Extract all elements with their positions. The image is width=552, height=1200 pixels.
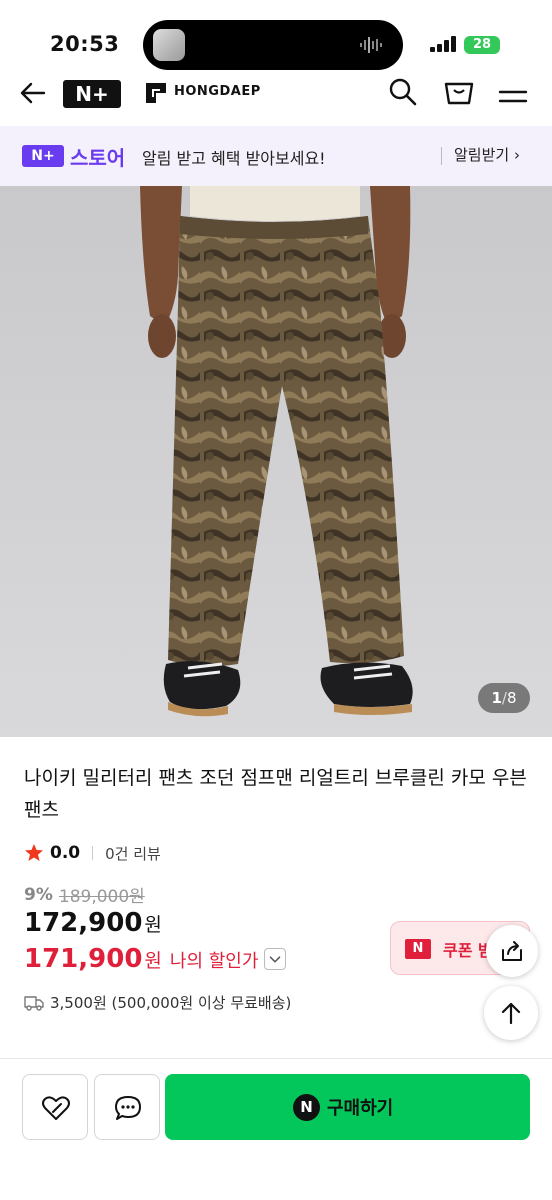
sale-price: 172,900 xyxy=(24,908,143,938)
buy-button[interactable]: N 구매하기 xyxy=(165,1074,530,1140)
top-nav: N+ HONGDAEP xyxy=(0,74,552,126)
dynamic-island xyxy=(143,20,403,70)
coupon-badge: N xyxy=(405,939,431,959)
my-discount-price: 171,900 xyxy=(24,944,143,974)
cart-icon[interactable] xyxy=(442,76,476,108)
truck-icon xyxy=(24,995,44,1011)
chat-button[interactable] xyxy=(94,1074,160,1140)
shipping-text: 3,500원 (500,000원 이상 무료배송) xyxy=(50,994,292,1012)
original-price: 189,000원 xyxy=(58,887,145,907)
chevron-down-icon[interactable] xyxy=(264,948,287,970)
discount-row: 9% 189,000원 xyxy=(24,882,145,908)
review-count[interactable]: 0건 리뷰 xyxy=(105,843,161,864)
status-bar: 20:53 28 xyxy=(0,0,552,74)
notify-button[interactable]: 알림받기 › xyxy=(454,144,520,165)
rating-score: 0.0 xyxy=(50,843,81,863)
status-time: 20:53 xyxy=(50,32,120,56)
battery-indicator: 28 xyxy=(464,36,500,54)
back-arrow-icon[interactable] xyxy=(18,78,48,108)
bottom-action-bar: N 구매하기 xyxy=(0,1058,552,1200)
divider xyxy=(441,147,442,165)
arrow-up-icon xyxy=(501,1002,521,1025)
store-brand-name[interactable]: HONGDAEP xyxy=(174,84,261,99)
price-unit: 원 xyxy=(144,914,162,936)
my-price-unit: 원 xyxy=(144,950,162,972)
heart-icon xyxy=(42,1096,70,1120)
store-logo-icon xyxy=(146,83,166,103)
product-photo xyxy=(0,186,552,737)
image-current: 1 xyxy=(491,689,502,707)
buy-label: 구매하기 xyxy=(327,1098,394,1119)
product-title: 나이키 밀리터리 팬츠 조던 점프맨 리얼트리 브루클린 카모 우븐 팬츠 xyxy=(24,767,527,821)
shipping-info: 3,500원 (500,000원 이상 무료배송) xyxy=(24,992,291,1013)
signal-icon xyxy=(430,36,456,52)
image-total: 8 xyxy=(506,689,517,707)
store-name: 스토어 xyxy=(70,146,126,170)
price-row: 172,900 원 xyxy=(24,908,162,938)
audio-wave-icon xyxy=(360,37,382,53)
wishlist-button[interactable] xyxy=(22,1074,88,1140)
naver-pay-badge: N xyxy=(293,1094,320,1121)
share-button[interactable] xyxy=(486,925,538,977)
search-icon[interactable] xyxy=(386,76,418,108)
naver-plus-logo[interactable]: N+ xyxy=(63,80,121,108)
share-icon xyxy=(502,941,522,961)
my-price-row[interactable]: 171,900 원 나의 할인가 xyxy=(24,944,287,974)
my-price-label: 나의 할인가 xyxy=(169,951,259,972)
discount-rate: 9% xyxy=(24,884,53,905)
rating-row[interactable]: 0.0 0건 리뷰 xyxy=(24,842,161,864)
scroll-top-button[interactable] xyxy=(484,986,538,1040)
menu-icon[interactable] xyxy=(498,78,528,108)
star-icon xyxy=(25,844,43,861)
divider xyxy=(92,846,94,860)
banner-message: 알림 받고 혜택 받아보세요! xyxy=(142,149,326,168)
chat-icon xyxy=(115,1096,141,1120)
image-counter: 1/8 xyxy=(478,683,530,713)
store-notify-banner: N+ 스토어 알림 받고 혜택 받아보세요! 알림받기 › xyxy=(0,126,552,186)
store-badge: N+ xyxy=(22,145,64,167)
product-image[interactable] xyxy=(0,186,552,737)
now-playing-thumbnail xyxy=(153,29,185,61)
